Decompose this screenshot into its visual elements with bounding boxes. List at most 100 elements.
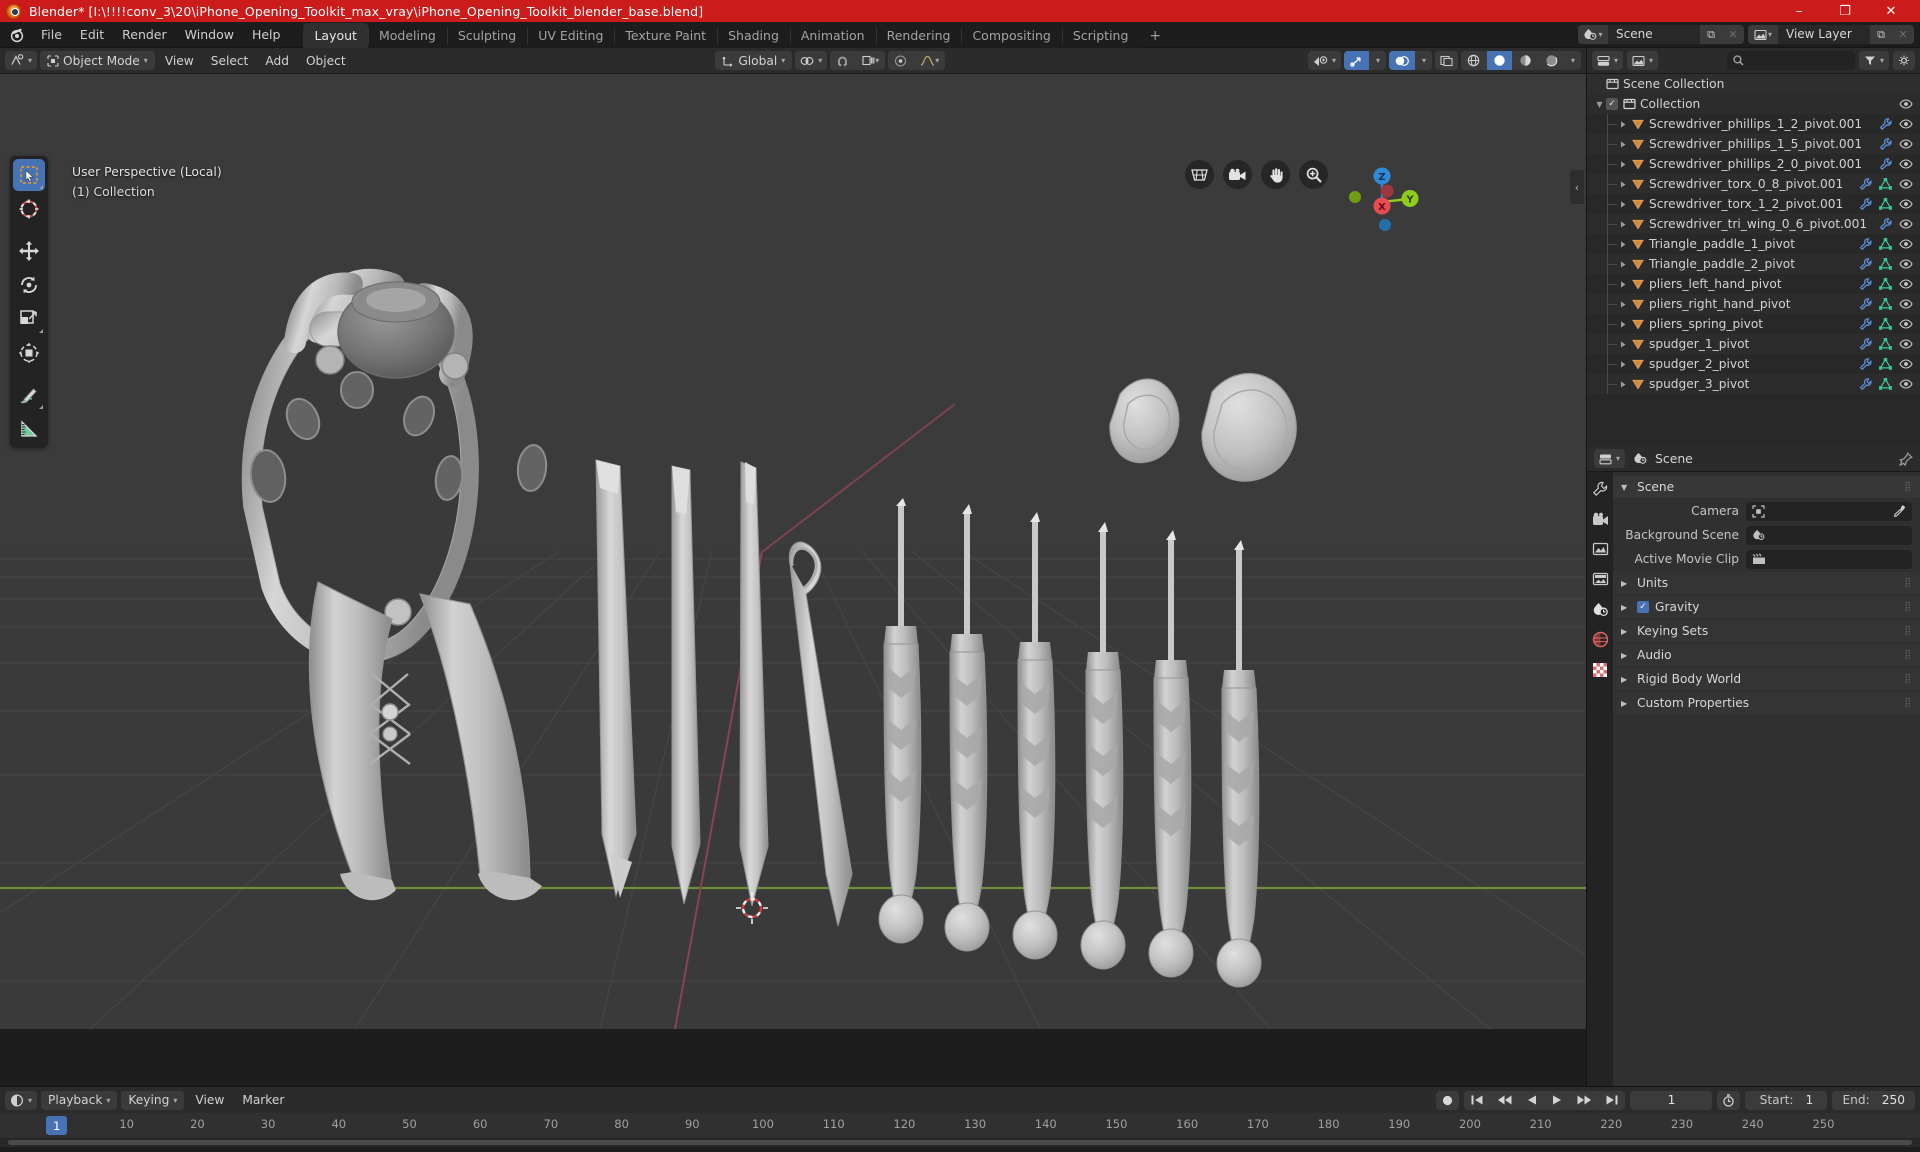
object-expand-arrow-icon[interactable] [1619, 240, 1628, 249]
navigation-axis-gizmo[interactable]: Z Y X [1338, 158, 1426, 246]
outliner-display-mode-selector[interactable]: ▾ [1627, 51, 1659, 70]
modifier-wrench-icon[interactable] [1859, 198, 1872, 210]
object-visibility-eye-icon[interactable] [1899, 199, 1913, 209]
current-frame-field[interactable]: 1 [1630, 1090, 1713, 1110]
object-visibility-eye-icon[interactable] [1899, 359, 1913, 369]
wireframe-shading-icon[interactable] [1461, 51, 1486, 70]
transform-orientation-selector[interactable]: Global ▾ [715, 51, 793, 70]
panel-units-expand-triangle-icon[interactable]: ▶ [1621, 579, 1631, 588]
show-overlays-icon[interactable] [1388, 51, 1415, 70]
outliner-object-row[interactable]: pliers_right_hand_pivot [1587, 294, 1920, 314]
panel-header-units[interactable]: ▶ Units ⣿ [1613, 572, 1920, 594]
viewport-menu-object[interactable]: Object [299, 51, 353, 70]
active-movie-clip-field[interactable] [1746, 549, 1912, 569]
outliner-object-row[interactable]: Screwdriver_phillips_1_5_pivot.001 [1587, 134, 1920, 154]
outliner-object-row[interactable]: spudger_3_pivot [1587, 374, 1920, 394]
collection-visibility-eye-icon[interactable] [1899, 99, 1913, 109]
object-visibility-eye-icon[interactable] [1899, 379, 1913, 389]
camera-eyedropper-icon[interactable] [1893, 505, 1906, 518]
play-reverse-icon[interactable] [1520, 1091, 1544, 1110]
view-layer-selector[interactable]: ▾ View Layer ⧉ ✕ [1748, 25, 1914, 44]
workspace-tab-uv-editing[interactable]: UV Editing [527, 22, 615, 48]
xray-toggle-icon[interactable] [1435, 51, 1458, 70]
object-visibility-eye-icon[interactable] [1899, 299, 1913, 309]
modifier-wrench-icon[interactable] [1879, 118, 1892, 130]
properties-editor-type-selector[interactable]: ▾ [1594, 449, 1626, 468]
mesh-data-icon[interactable] [1879, 338, 1892, 350]
zoom-view-icon[interactable] [1299, 160, 1328, 189]
modifier-wrench-icon[interactable] [1859, 178, 1872, 190]
object-visibility-eye-icon[interactable] [1899, 339, 1913, 349]
toggle-orthographic-icon[interactable] [1185, 160, 1214, 189]
outliner-object-row[interactable]: Screwdriver_torx_1_2_pivot.001 [1587, 194, 1920, 214]
tool-scale-icon[interactable] [13, 303, 45, 335]
properties-tab-output[interactable] [1591, 540, 1610, 559]
mesh-data-icon[interactable] [1879, 198, 1892, 210]
timeline-menu-playback[interactable]: Playback ▾ [41, 1090, 118, 1110]
panel-header-audio[interactable]: ▶ Audio ⣿ [1613, 644, 1920, 666]
outliner-editor-type-selector[interactable]: ▾ [1592, 51, 1624, 70]
auto-keying-record-icon[interactable] [1436, 1090, 1460, 1110]
tool-annotate-icon[interactable] [13, 379, 45, 411]
shading-options-chevron-down-icon[interactable]: ▾ [1565, 51, 1581, 70]
mesh-data-icon[interactable] [1879, 258, 1892, 270]
pin-icon[interactable] [1899, 451, 1913, 466]
maximize-button[interactable]: ❐ [1822, 0, 1868, 22]
panel-keying-sets-expand-triangle-icon[interactable]: ▶ [1621, 627, 1631, 636]
menu-file[interactable]: File [32, 24, 71, 45]
scene-name[interactable]: Scene [1608, 25, 1700, 44]
modifier-wrench-icon[interactable] [1859, 318, 1872, 330]
panel-header-custom-properties[interactable]: ▶ Custom Properties ⣿ [1613, 692, 1920, 714]
object-expand-arrow-icon[interactable] [1619, 280, 1628, 289]
mesh-data-icon[interactable] [1879, 358, 1892, 370]
tool-rotate-icon[interactable] [13, 269, 45, 301]
visibility-selector[interactable]: ▾ [1307, 51, 1341, 70]
scene-selector[interactable]: ▾ Scene ⧉ ✕ [1578, 25, 1744, 44]
workspace-tab-modeling[interactable]: Modeling [367, 22, 447, 48]
unlink-scene-button[interactable]: ✕ [1722, 25, 1744, 44]
tool-measure-icon[interactable] [13, 413, 45, 445]
next-keyframe-icon[interactable] [1570, 1091, 1598, 1110]
timeline-ruler[interactable]: 10 20 30 40 50 60 70 80 90 100 110 120 130 140 150 160 1… [0, 1113, 1920, 1139]
mesh-data-icon[interactable] [1879, 278, 1892, 290]
timeline-horizontal-scrollbar[interactable] [8, 1140, 1912, 1145]
outliner-object-row[interactable]: spudger_2_pivot [1587, 354, 1920, 374]
outliner-object-row[interactable]: Screwdriver_tri_wing_0_6_pivot.001 [1587, 214, 1920, 234]
properties-tab-world[interactable] [1591, 630, 1610, 649]
play-icon[interactable] [1545, 1091, 1569, 1110]
object-visibility-eye-icon[interactable] [1899, 259, 1913, 269]
object-expand-arrow-icon[interactable] [1619, 120, 1628, 129]
solid-shading-icon[interactable] [1487, 51, 1512, 70]
jump-to-end-icon[interactable] [1599, 1091, 1625, 1110]
blender-menu-icon[interactable] [8, 26, 26, 44]
object-visibility-eye-icon[interactable] [1899, 119, 1913, 129]
object-expand-arrow-icon[interactable] [1619, 180, 1628, 189]
mesh-data-icon[interactable] [1879, 298, 1892, 310]
jump-to-start-icon[interactable] [1464, 1091, 1490, 1110]
panel-audio-expand-triangle-icon[interactable]: ▶ [1621, 651, 1631, 660]
panel-scene-expand-triangle-icon[interactable]: ▼ [1621, 483, 1631, 492]
object-expand-arrow-icon[interactable] [1619, 200, 1628, 209]
view-layer-name[interactable]: View Layer [1778, 25, 1870, 44]
mesh-data-icon[interactable] [1879, 178, 1892, 190]
object-visibility-eye-icon[interactable] [1899, 319, 1913, 329]
workspace-tab-texture-paint[interactable]: Texture Paint [614, 22, 718, 48]
add-workspace-button[interactable]: + [1139, 24, 1171, 48]
outliner-collection-row[interactable]: ▼ ✓ Collection [1587, 94, 1920, 114]
workspace-tab-compositing[interactable]: Compositing [961, 22, 1062, 48]
outliner-search-input[interactable] [1726, 51, 1855, 70]
object-visibility-eye-icon[interactable] [1899, 159, 1913, 169]
panel-header-scene[interactable]: ▼ Scene ⣿ [1613, 476, 1920, 498]
workspace-tab-animation[interactable]: Animation [789, 22, 876, 48]
outliner-object-row[interactable]: Screwdriver_phillips_2_0_pivot.001 [1587, 154, 1920, 174]
object-expand-arrow-icon[interactable] [1619, 300, 1628, 309]
viewport-menu-select[interactable]: Select [204, 51, 256, 70]
properties-tab-tool[interactable] [1591, 480, 1610, 499]
camera-view-icon[interactable] [1223, 160, 1252, 189]
menu-window[interactable]: Window [176, 24, 243, 45]
object-expand-arrow-icon[interactable] [1619, 320, 1628, 329]
object-expand-arrow-icon[interactable] [1619, 220, 1628, 229]
editor-type-selector[interactable]: ▾ [5, 51, 38, 70]
outliner-tree[interactable]: Scene Collection ▼ ✓ Collection Screwdri… [1587, 74, 1920, 446]
magnet-icon[interactable] [830, 51, 855, 70]
